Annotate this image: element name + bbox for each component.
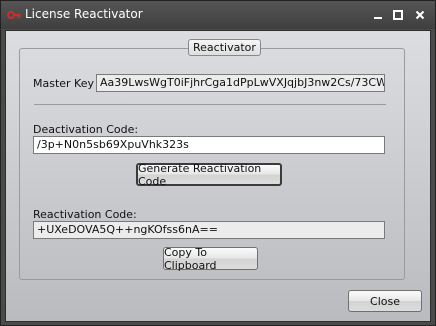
client-area: Reactivator Master Key Aa39LwsWgT0iFjhrC… xyxy=(5,30,431,322)
close-button[interactable]: Close xyxy=(348,290,422,312)
minimize-icon[interactable] xyxy=(367,5,389,25)
reactivation-code-label: Reactivation Code: xyxy=(33,208,137,221)
master-key-label: Master Key xyxy=(33,77,95,90)
generate-reactivation-code-button[interactable]: Generate Reactivation Code xyxy=(136,162,282,188)
title-bar[interactable]: License Reactivator xyxy=(1,1,435,29)
deactivation-code-label: Deactivation Code: xyxy=(33,123,139,136)
maximize-icon[interactable] xyxy=(387,5,409,25)
copy-to-clipboard-button[interactable]: Copy To Clipboard xyxy=(163,246,258,272)
window-title: License Reactivator xyxy=(25,7,143,21)
group-label: Reactivator xyxy=(188,39,261,56)
master-key-field[interactable]: Aa39LwsWgT0iFjhrCga1dPpLwVXJqjbJ3nw2Cs/7… xyxy=(96,74,385,92)
deactivation-code-field[interactable]: /3p+N0n5sb69XpuVhk323s xyxy=(33,136,385,154)
close-icon[interactable] xyxy=(409,5,431,25)
key-icon xyxy=(7,8,21,22)
reactivation-code-field[interactable]: +UXeDOVA5Q++ngKOfss6nA== xyxy=(33,221,385,239)
license-reactivator-window: License Reactivator Reactivator Master K… xyxy=(0,0,436,326)
divider xyxy=(34,104,386,105)
